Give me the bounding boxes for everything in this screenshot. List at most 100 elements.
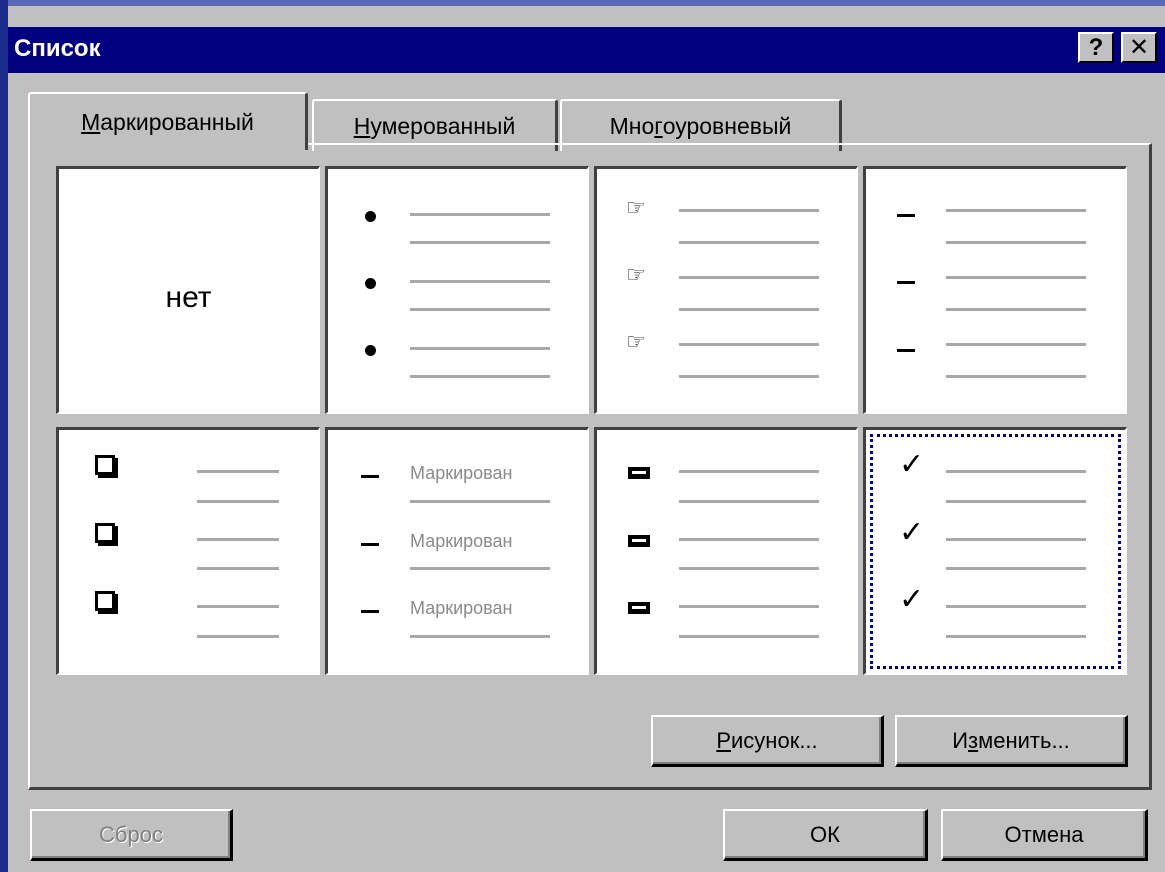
sample-line [946, 308, 1086, 311]
pointing-hand-icon: ☞ [626, 262, 646, 287]
sample-text: Маркирован [410, 531, 513, 551]
sample-line [679, 343, 819, 346]
button-label: И [952, 727, 969, 753]
pointing-hand-icon: ☞ [626, 195, 646, 220]
dash-icon [361, 543, 379, 546]
bullet-style-pointing-hand[interactable]: ☞ ☞ ☞ [594, 166, 858, 414]
bullet-style-square[interactable] [56, 427, 320, 675]
sample-line [410, 308, 550, 311]
dash-icon [897, 281, 915, 284]
sample-line [946, 343, 1086, 346]
sample-text: Маркирован [410, 598, 513, 618]
key-bullet-icon [628, 535, 650, 547]
square-bullet-icon [95, 523, 115, 543]
dash-icon [897, 349, 915, 352]
sample-line [679, 605, 819, 608]
square-bullet-icon [95, 455, 115, 475]
sample-line [679, 209, 819, 212]
sample-line [946, 635, 1086, 638]
bullet-style-dash[interactable] [863, 166, 1127, 414]
reset-button[interactable]: Сброс [30, 809, 233, 861]
help-button[interactable]: ? [1078, 32, 1114, 63]
none-label: нет [165, 281, 212, 314]
sample-line [410, 213, 550, 216]
dialog-title: Список [14, 35, 101, 62]
filled-circle-icon [365, 345, 376, 356]
check-mark-icon: ✓ [899, 448, 925, 481]
bullet-style-dash-text[interactable]: Маркирован Маркирован Маркирован [325, 427, 589, 675]
button-label: ОК [810, 821, 840, 847]
sample-line [946, 470, 1086, 473]
dash-icon [361, 475, 379, 478]
sample-line [946, 276, 1086, 279]
check-mark-icon: ✓ [899, 583, 925, 616]
tab-label: аркированный [100, 108, 254, 135]
check-mark-icon: ✓ [899, 516, 925, 549]
question-mark-icon: ? [1088, 33, 1104, 61]
tab-label: оуровневый [662, 112, 792, 139]
bullet-style-none[interactable]: нет [56, 166, 320, 414]
pointing-hand-icon: ☞ [626, 329, 646, 354]
sample-line [197, 635, 279, 638]
sample-line [197, 500, 279, 503]
sample-line [946, 567, 1086, 570]
close-button[interactable]: ✕ [1121, 32, 1157, 63]
dash-icon [897, 214, 915, 217]
sample-line [679, 500, 819, 503]
sample-line [679, 276, 819, 279]
button-label: исунок... [731, 727, 818, 753]
sample-line [197, 470, 279, 473]
key-bullet-icon [628, 602, 650, 614]
sample-line [946, 605, 1086, 608]
dash-icon [361, 610, 379, 613]
button-label: Отмена [1004, 821, 1084, 847]
sample-line [946, 500, 1086, 503]
sample-line [197, 567, 279, 570]
tab-bulleted[interactable]: Маркированный [28, 92, 308, 150]
button-label: менить... [978, 727, 1070, 753]
sample-text: Маркирован [410, 463, 513, 483]
sample-line [679, 241, 819, 244]
square-bullet-icon [95, 591, 115, 611]
sample-line [946, 538, 1086, 541]
tab-label-accel: г [654, 112, 663, 139]
sample-line [410, 500, 550, 503]
filled-circle-icon [365, 211, 376, 222]
filled-circle-icon [365, 278, 376, 289]
sample-line [679, 308, 819, 311]
title-bar[interactable]: Список ? ✕ [8, 27, 1165, 73]
close-icon: ✕ [1128, 34, 1150, 61]
tab-label-accel: Н [353, 112, 371, 139]
sample-line [679, 635, 819, 638]
tab-label: умерованный [370, 112, 516, 139]
sample-line [410, 241, 550, 244]
sample-line [946, 209, 1086, 212]
ok-button[interactable]: ОК [723, 809, 928, 861]
sample-line [410, 567, 550, 570]
key-bullet-icon [628, 467, 650, 479]
button-accel: з [968, 727, 979, 753]
bullets-dialog: Список ? ✕ Маркированный Нумерованный Мн… [8, 0, 1165, 872]
bullet-style-key[interactable] [594, 427, 858, 675]
sample-line [410, 635, 550, 638]
button-label: Сброс [99, 821, 163, 847]
bullet-style-dot[interactable] [325, 166, 589, 414]
sample-line [410, 347, 550, 350]
sample-line [679, 470, 819, 473]
sample-line [679, 375, 819, 378]
button-accel: Р [716, 727, 732, 753]
picture-button[interactable]: Рисунок... [651, 715, 884, 767]
sample-line [946, 375, 1086, 378]
tab-label: Мно [609, 112, 655, 139]
sample-line [197, 605, 279, 608]
cancel-button[interactable]: Отмена [941, 809, 1148, 861]
tab-label-accel: М [81, 108, 101, 135]
sample-line [946, 241, 1086, 244]
sample-line [410, 280, 550, 283]
sample-line [197, 538, 279, 541]
sample-line [410, 375, 550, 378]
sample-line [679, 567, 819, 570]
sample-line [679, 538, 819, 541]
bullet-style-check[interactable]: ✓ ✓ ✓ [863, 427, 1127, 675]
modify-button[interactable]: Из менить... [895, 715, 1128, 767]
